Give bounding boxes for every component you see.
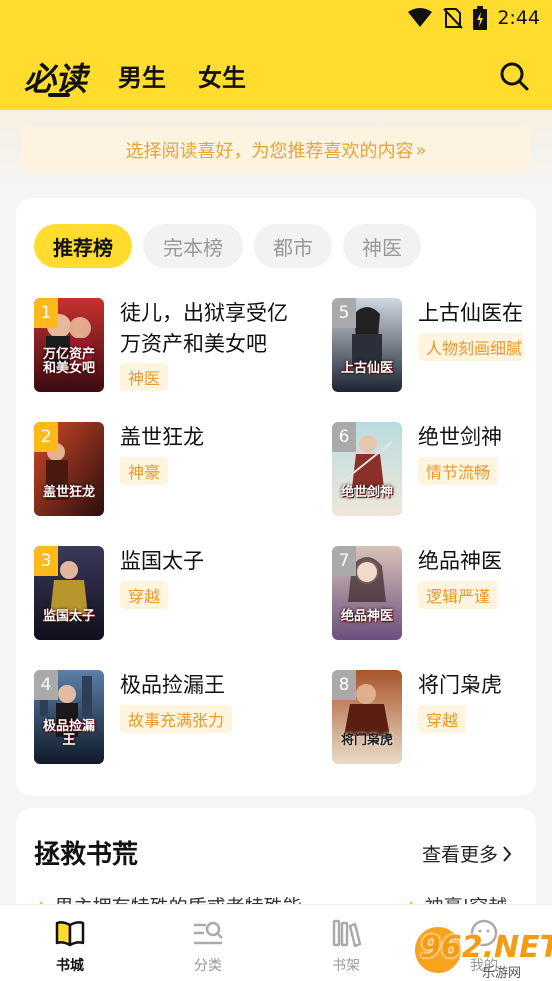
book-cover[interactable]: 上古仙医 5	[332, 298, 402, 392]
logo-underline	[48, 93, 70, 97]
cover-title: 绝世剑神	[340, 485, 393, 500]
book-item[interactable]: 绝品神医 7 绝品神医 逻辑严谨	[332, 546, 552, 642]
cover-title: 上古仙医	[340, 361, 393, 376]
battery-charging-icon	[473, 6, 488, 30]
book-cover[interactable]: 极品捡漏王 4	[34, 670, 104, 764]
see-more-link[interactable]: 查看更多	[422, 840, 512, 867]
book-item[interactable]: 绝世剑神 6 绝世剑神 情节流畅	[332, 422, 552, 518]
rank-badge: 7	[332, 546, 356, 576]
book-item[interactable]: 将门枭虎 8 将门枭虎 穿越	[332, 670, 552, 766]
book-tag: 故事充满张力	[120, 705, 233, 733]
banner-text: 选择阅读喜好，为您推荐喜欢的内容	[125, 141, 414, 162]
book-item[interactable]: 监国太子 3 监国太子 穿越	[34, 546, 304, 642]
book-title: 将门枭虎	[418, 673, 502, 697]
book-tag: 神医	[120, 363, 169, 391]
cover-title: 监国太子	[42, 609, 95, 624]
rank-badge: 4	[34, 670, 58, 700]
search-icon[interactable]	[498, 60, 530, 92]
book-cover[interactable]: 将门枭虎 8	[332, 670, 402, 764]
rank-badge: 6	[332, 422, 356, 452]
site-watermark: 962.NET 乐游网	[412, 924, 552, 981]
tab-male[interactable]: 男生	[118, 58, 166, 93]
rank-badge: 2	[34, 422, 58, 452]
book-tag: 情节流畅	[418, 457, 499, 485]
book-cover[interactable]: 盖世狂龙 2	[34, 422, 104, 516]
cover-title: 极品捡漏王	[42, 719, 95, 748]
nav-label: 分类	[194, 958, 222, 974]
nav-label: 书架	[332, 958, 360, 974]
status-bar: 2:44	[0, 0, 552, 38]
book-open-icon	[55, 921, 85, 947]
tab-female[interactable]: 女生	[198, 58, 246, 93]
see-more-label: 查看更多	[422, 844, 499, 866]
category-search-icon	[194, 921, 223, 945]
nav-label: 书城	[56, 958, 84, 974]
book-title: 绝品神医	[418, 549, 502, 573]
book-title: 盖世狂龙	[120, 425, 204, 449]
book-cover[interactable]: 万亿资产和美女吧 1	[34, 298, 104, 392]
nav-bookstore[interactable]: 书城	[30, 905, 110, 981]
status-time: 2:44	[497, 7, 540, 29]
book-tag: 神豪	[120, 457, 169, 485]
book-title: 徒儿，出狱享受亿万资产和美女吧	[120, 301, 288, 356]
watermark-subtext: 乐游网	[482, 966, 522, 981]
chip-recommended[interactable]: 推荐榜	[34, 224, 132, 268]
double-chevron-right-icon: »	[415, 139, 427, 161]
no-sim-icon	[443, 8, 464, 29]
chip-urban[interactable]: 都市	[254, 224, 332, 268]
status-icons: 2:44	[407, 6, 540, 30]
section-title: 拯救书荒	[34, 840, 139, 870]
book-title: 上古仙医在	[418, 301, 523, 325]
book-cover[interactable]: 监国太子 3	[34, 546, 104, 640]
book-tag: 人物刻画细腻	[418, 333, 524, 361]
cover-title: 万亿资产和美女吧	[42, 347, 95, 376]
book-item[interactable]: 极品捡漏王 4 极品捡漏王 故事充满张力	[34, 670, 304, 766]
book-item[interactable]: 上古仙医 5 上古仙医在 人物刻画细腻	[332, 298, 552, 394]
preference-banner[interactable]: 选择阅读喜好，为您推荐喜欢的内容 »	[22, 127, 530, 173]
book-cover[interactable]: 绝品神医 7	[332, 546, 402, 640]
wifi-icon	[408, 8, 433, 27]
book-title: 极品捡漏王	[120, 673, 225, 697]
book-tag: 逻辑严谨	[418, 581, 499, 609]
bookshelf-icon	[332, 919, 362, 948]
chevron-right-icon	[503, 845, 512, 862]
cover-title: 将门枭虎	[340, 733, 393, 748]
rank-badge: 1	[34, 298, 58, 328]
book-title: 监国太子	[120, 549, 204, 573]
book-item[interactable]: 万亿资产和美女吧 1 徒儿，出狱享受亿万资产和美女吧 神医	[34, 298, 304, 394]
book-tag: 穿越	[120, 581, 169, 609]
book-cover[interactable]: 绝世剑神 6	[332, 422, 402, 516]
rank-badge: 5	[332, 298, 356, 328]
nav-category[interactable]: 分类	[168, 905, 248, 981]
book-item[interactable]: 盖世狂龙 2 盖世狂龙 神豪	[34, 422, 304, 518]
app-header: 必读 男生 女生	[0, 46, 552, 102]
watermark-text: 962.NET	[420, 930, 552, 965]
chip-completed[interactable]: 完本榜	[143, 224, 243, 268]
cover-title: 盖世狂龙	[42, 485, 95, 500]
rank-badge: 8	[332, 670, 356, 700]
chip-doctor[interactable]: 神医	[343, 224, 421, 268]
book-tag: 穿越	[418, 705, 467, 733]
book-title: 绝世剑神	[418, 425, 502, 449]
nav-bookshelf[interactable]: 书架	[306, 905, 386, 981]
rank-badge: 3	[34, 546, 58, 576]
cover-title: 绝品神医	[340, 609, 393, 624]
